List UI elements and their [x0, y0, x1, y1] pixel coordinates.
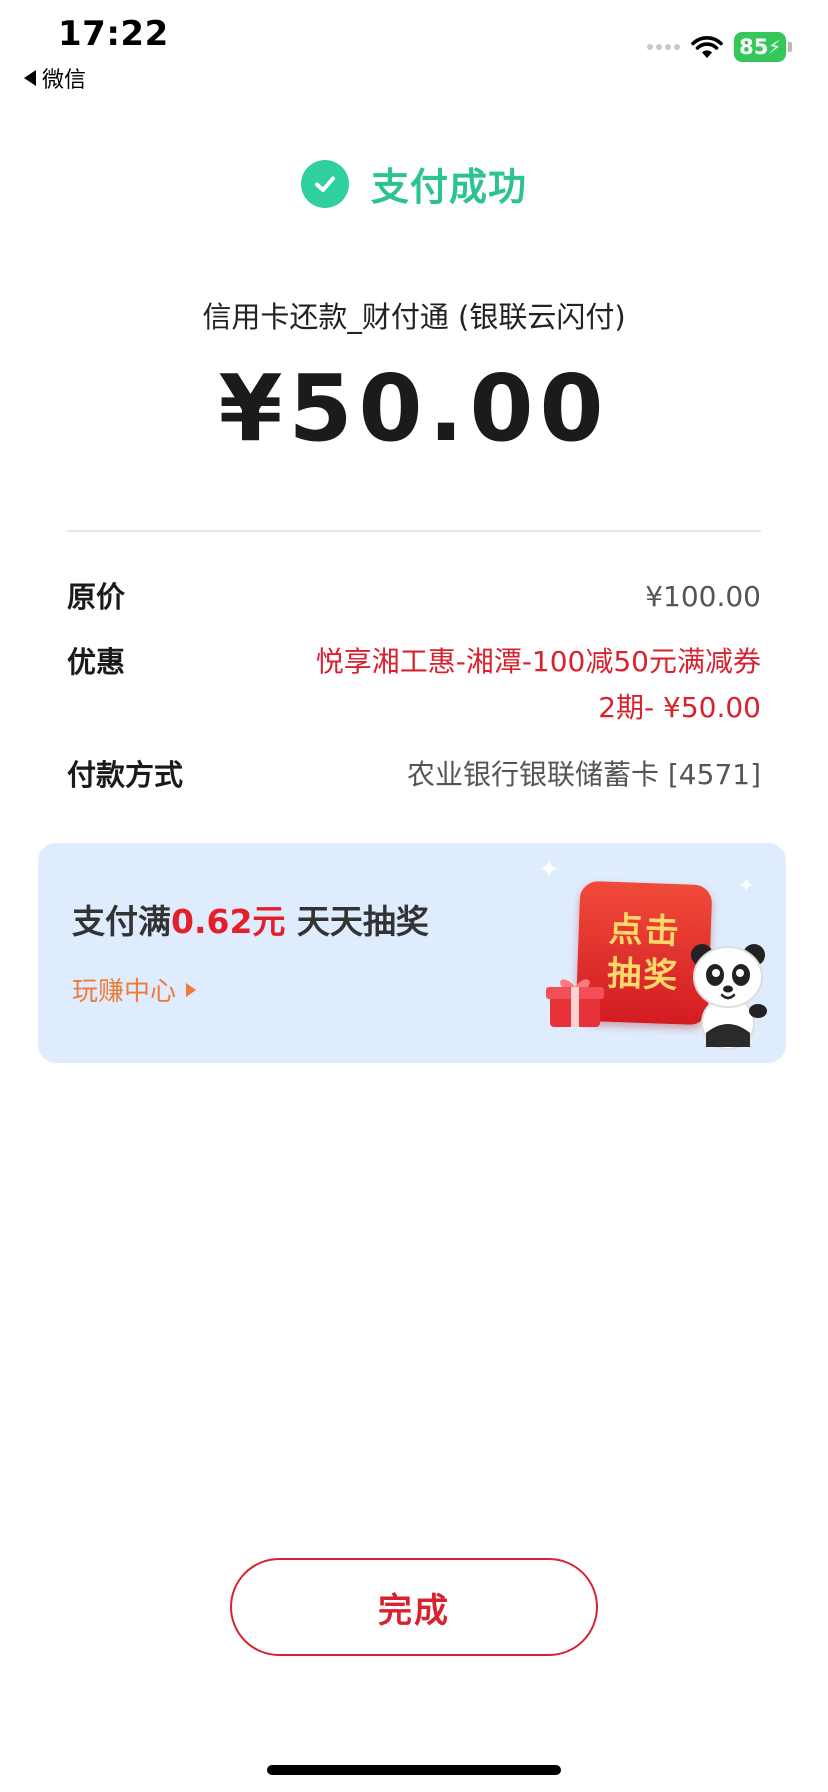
- earn-center-link[interactable]: 玩赚中心: [72, 971, 197, 1008]
- done-button[interactable]: 完成: [230, 1558, 598, 1656]
- check-circle-icon: [300, 159, 349, 208]
- lottery-card-line2: 抽奖: [606, 953, 680, 997]
- lottery-card-line1: 点击: [608, 909, 682, 953]
- home-indicator: [267, 1765, 561, 1775]
- play-arrow-icon: [186, 982, 197, 997]
- sparkle-icon: ✦: [538, 855, 560, 885]
- detail-label: 原价: [67, 580, 126, 614]
- success-label: 支付成功: [370, 165, 527, 209]
- detail-label: 付款方式: [67, 758, 184, 792]
- status-indicators: 85 ⚡: [647, 32, 792, 62]
- battery-icon: 85 ⚡: [734, 32, 792, 62]
- wifi-icon: [691, 36, 723, 58]
- detail-label: 优惠: [67, 645, 126, 679]
- detail-value-discount: 悦享湘工惠-湘潭-100减50元满减券2期- ¥50.00: [315, 645, 761, 724]
- detail-row-discount: 优惠 悦享湘工惠-湘潭-100减50元满减券2期- ¥50.00: [67, 639, 761, 731]
- payment-amount: ¥50.00: [218, 355, 610, 462]
- promo-threshold: 0.62元: [171, 902, 286, 941]
- divider: [67, 530, 761, 532]
- earn-center-label: 玩赚中心: [72, 977, 177, 1007]
- detail-value: ¥100.00: [645, 580, 761, 613]
- lottery-promo-banner[interactable]: 支付满0.62元 天天抽奖 玩赚中心 ✦ ✦ 点击 抽奖: [38, 843, 786, 1063]
- gift-box-icon: [546, 979, 604, 1027]
- back-to-wechat[interactable]: 微信: [24, 62, 86, 94]
- sparkle-icon: ✦: [738, 873, 755, 897]
- panda-mascot-icon: [691, 944, 767, 1050]
- promo-title: 支付满0.62元 天天抽奖: [72, 902, 429, 941]
- battery-level: 85: [739, 35, 769, 59]
- detail-value: 农业银行银联储蓄卡 [4571]: [406, 758, 761, 791]
- detail-row-payment-method: 付款方式 农业银行银联储蓄卡 [4571]: [67, 752, 761, 798]
- back-app-label: 微信: [42, 68, 87, 93]
- detail-row-original-price: 原价 ¥100.00: [67, 574, 761, 620]
- back-arrow-icon: [24, 70, 36, 86]
- cellular-signal-icon: [647, 44, 681, 50]
- status-time: 17:22: [58, 14, 169, 54]
- payment-success-header: 支付成功: [0, 156, 828, 211]
- merchant-name: 信用卡还款_财付通 (银联云闪付): [202, 300, 626, 334]
